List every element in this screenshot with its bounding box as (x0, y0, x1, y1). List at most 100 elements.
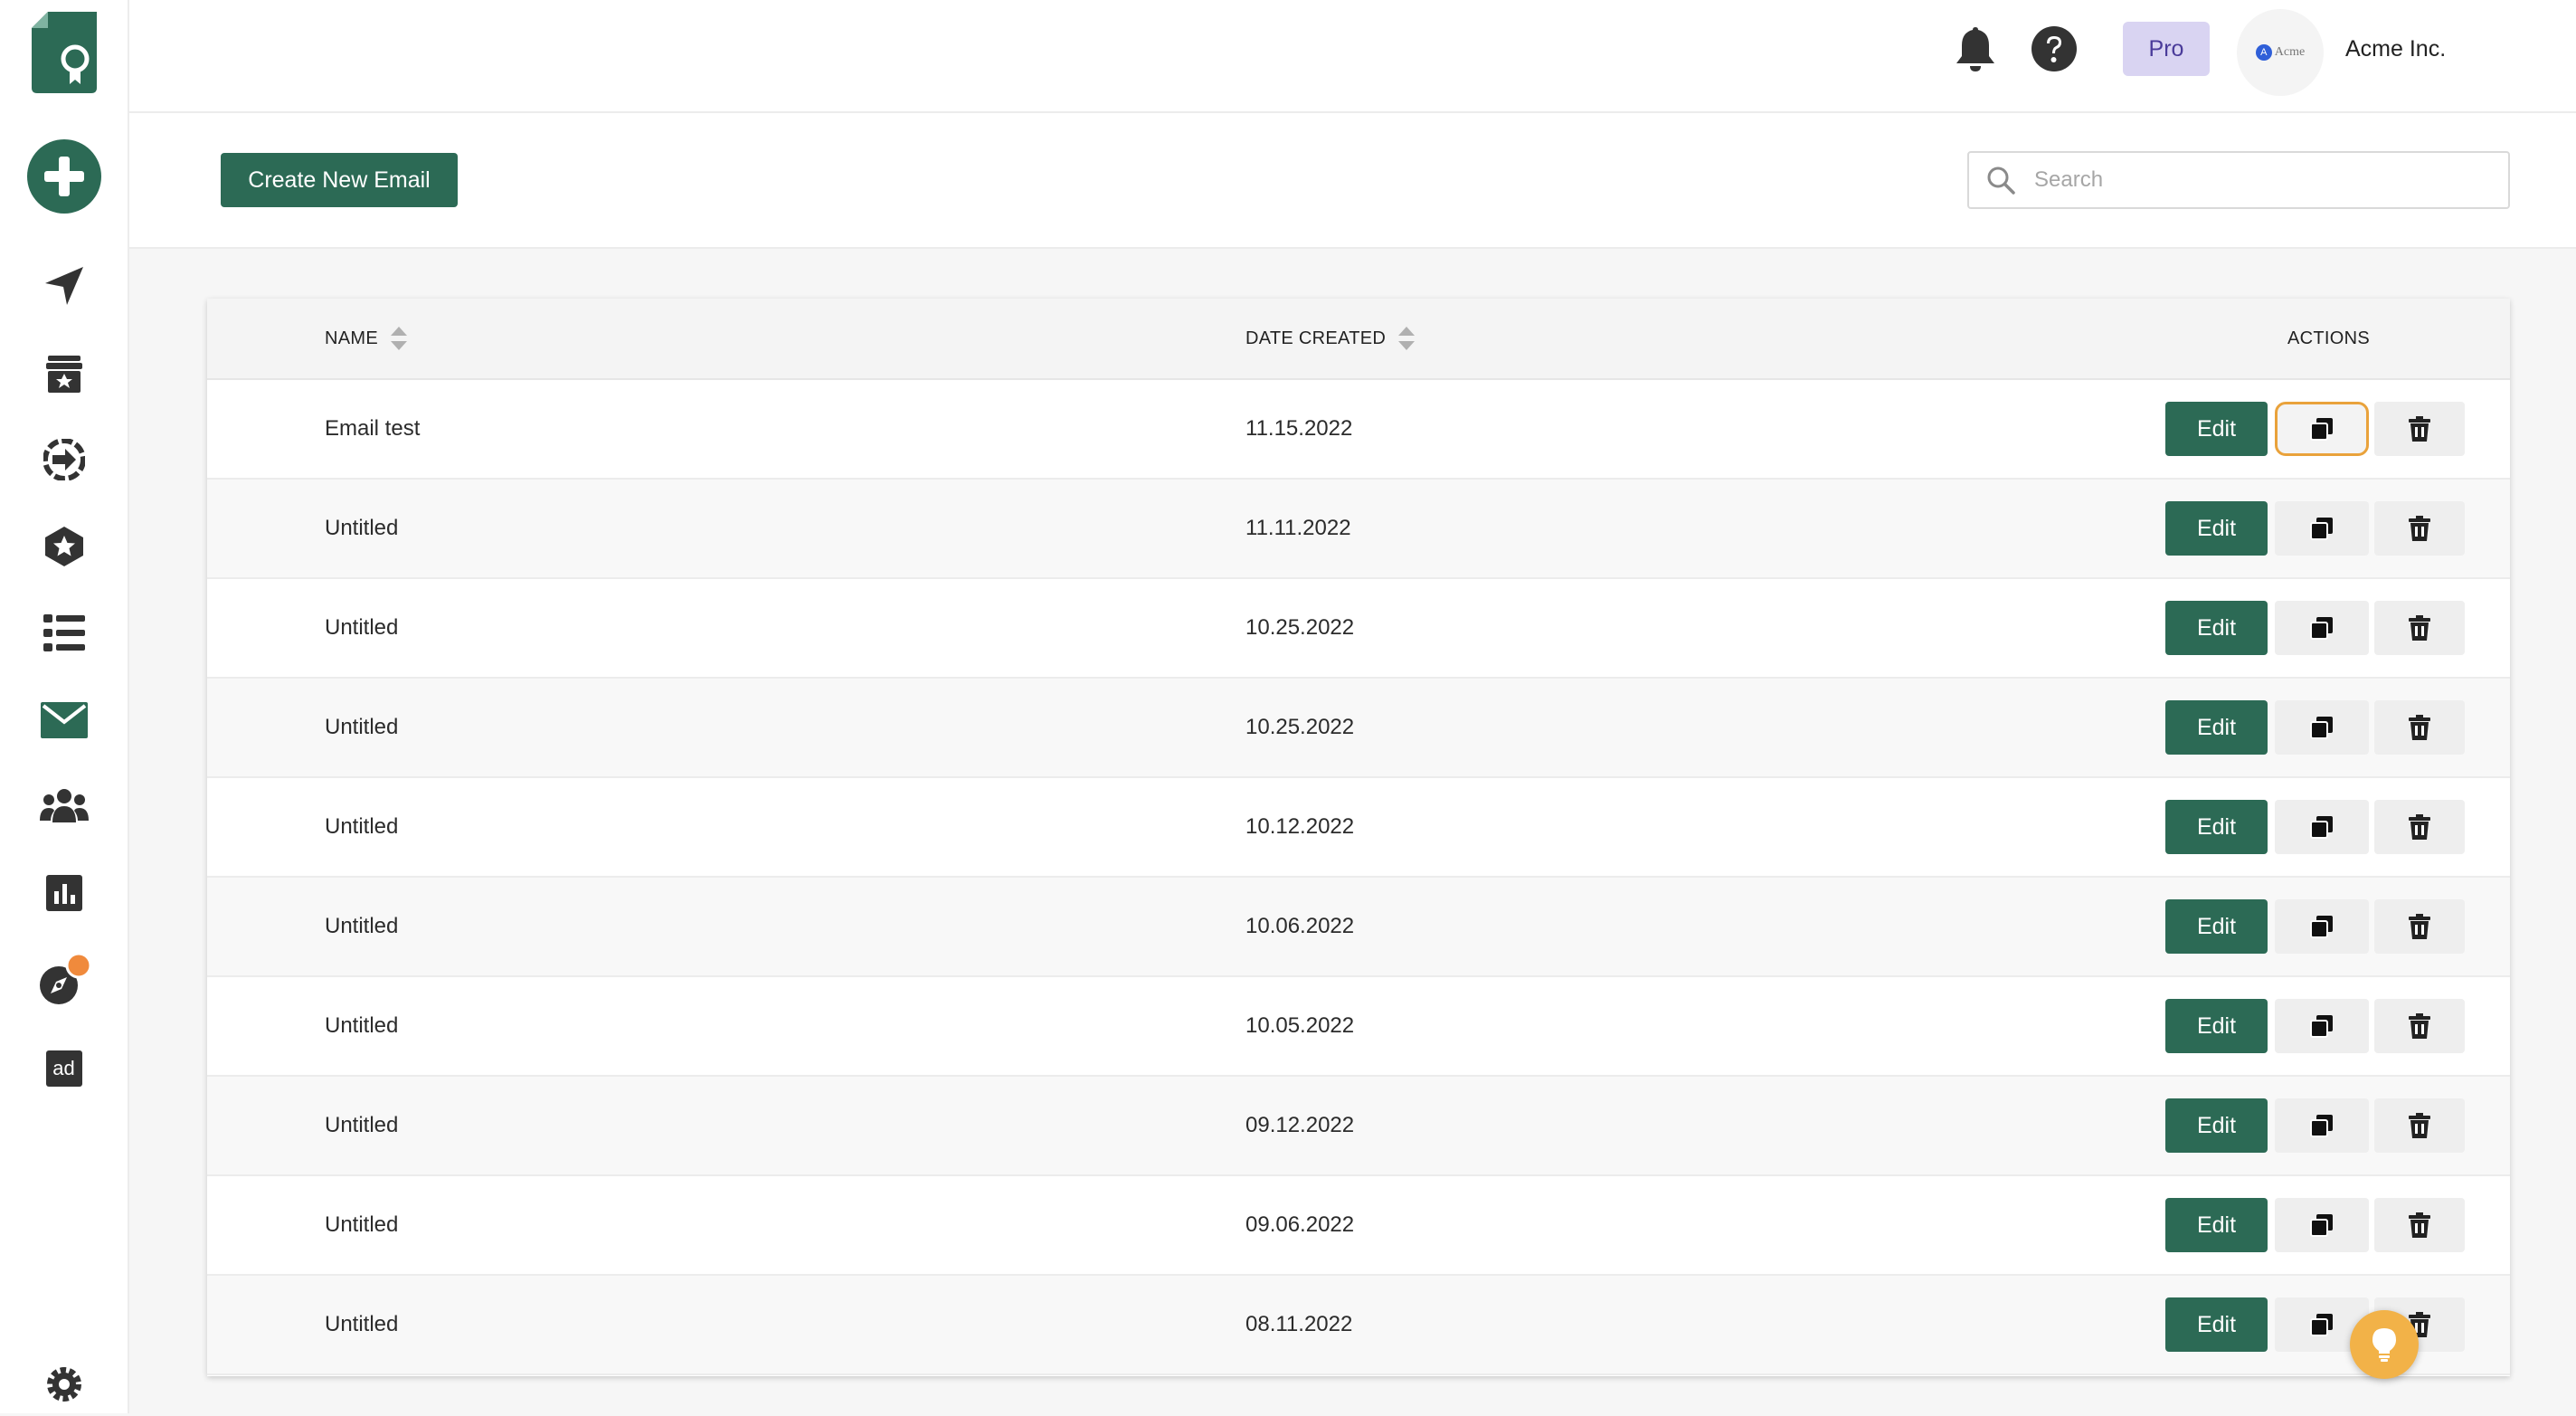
create-new-email-button[interactable]: Create New Email (221, 153, 458, 207)
emails-table: NAME DATE CREATED ACTIONS Email test 11.1… (207, 299, 2510, 1376)
duplicate-button[interactable] (2275, 899, 2369, 954)
edit-button[interactable]: Edit (2165, 1198, 2268, 1252)
edit-button[interactable]: Edit (2165, 899, 2268, 954)
email-name: Untitled (325, 1013, 399, 1038)
date-created: 08.11.2022 (1245, 1312, 1353, 1336)
sidebar-item-reports[interactable] (0, 861, 128, 925)
trash-icon (2409, 416, 2430, 442)
gear-icon (46, 1367, 81, 1402)
sidebar-item-badges[interactable] (0, 515, 128, 578)
search-icon (1969, 166, 2032, 195)
delete-button[interactable] (2374, 1098, 2465, 1153)
users-icon (39, 789, 89, 822)
duplicate-button[interactable] (2275, 800, 2369, 854)
search-input[interactable] (2032, 152, 2508, 208)
app-logo[interactable] (0, 7, 128, 98)
sidebar-item-ads[interactable]: ad (0, 1037, 128, 1100)
trash-icon (2409, 715, 2430, 740)
duplicate-button[interactable] (2275, 1098, 2369, 1153)
date-created: 11.15.2022 (1245, 416, 1353, 441)
edit-button[interactable]: Edit (2165, 999, 2268, 1053)
sidebar-item-lists[interactable] (0, 602, 128, 665)
edit-button[interactable]: Edit (2165, 700, 2268, 755)
column-header-actions: ACTIONS (2287, 299, 2370, 378)
copy-icon (2310, 616, 2334, 640)
send-icon (44, 267, 83, 305)
copy-icon (2310, 915, 2334, 938)
delete-button[interactable] (2374, 999, 2465, 1053)
trash-icon (2409, 1212, 2430, 1238)
envelope-icon (40, 702, 88, 738)
sort-date-icon[interactable] (1398, 327, 1416, 350)
trash-icon (2409, 914, 2430, 939)
list-icon (43, 614, 85, 651)
duplicate-button[interactable] (2275, 1198, 2369, 1252)
date-created: 10.25.2022 (1245, 615, 1355, 640)
top-bar: Pro A Acme Acme Inc. (129, 0, 2576, 113)
delete-button[interactable] (2374, 402, 2465, 456)
date-created: 10.06.2022 (1245, 914, 1355, 938)
sidebar-item-emails[interactable] (0, 689, 128, 752)
edit-button[interactable]: Edit (2165, 800, 2268, 854)
table-row: Untitled 10.06.2022 Edit (207, 878, 2510, 977)
column-name-label: NAME (325, 328, 378, 348)
duplicate-button[interactable] (2275, 501, 2369, 556)
date-created: 09.06.2022 (1245, 1212, 1355, 1237)
plan-badge[interactable]: Pro (2123, 22, 2210, 76)
edit-button[interactable]: Edit (2165, 501, 2268, 556)
help-tips-button[interactable] (2350, 1310, 2419, 1379)
edit-button[interactable]: Edit (2165, 1297, 2268, 1352)
compass-icon (39, 953, 91, 1004)
copy-icon (2310, 417, 2334, 441)
table-row: Email test 11.15.2022 Edit (207, 380, 2510, 480)
sidebar-item-contacts[interactable] (0, 775, 128, 838)
delete-button[interactable] (2374, 899, 2465, 954)
column-header-date[interactable]: DATE CREATED (1245, 299, 1416, 378)
date-created: 10.12.2022 (1245, 814, 1355, 839)
delete-button[interactable] (2374, 501, 2465, 556)
duplicate-button[interactable] (2275, 601, 2369, 655)
plus-circle-icon (26, 139, 101, 214)
delete-button[interactable] (2374, 800, 2465, 854)
toolbar: Create New Email (129, 113, 2576, 249)
email-name: Untitled (325, 615, 399, 640)
edit-button[interactable]: Edit (2165, 402, 2268, 456)
copy-icon (2310, 1313, 2334, 1336)
lightbulb-icon (2372, 1328, 2396, 1362)
sidebar-item-rewards[interactable] (0, 342, 128, 405)
bar-chart-icon (45, 875, 82, 911)
copy-icon (2310, 716, 2334, 739)
email-name: Untitled (325, 715, 399, 739)
email-name: Untitled (325, 914, 399, 938)
sidebar-item-explore[interactable] (0, 948, 128, 1012)
delete-button[interactable] (2374, 601, 2465, 655)
notifications-button[interactable] (1952, 25, 1999, 72)
sidebar-item-create[interactable] (0, 139, 128, 214)
sidebar-item-campaigns[interactable] (0, 254, 128, 318)
edit-button[interactable]: Edit (2165, 1098, 2268, 1153)
search-box (1967, 151, 2510, 209)
delete-button[interactable] (2374, 1198, 2465, 1252)
sort-name-icon[interactable] (390, 327, 407, 350)
duplicate-button[interactable] (2275, 402, 2369, 456)
duplicate-button[interactable] (2275, 700, 2369, 755)
org-logo[interactable]: A Acme (2237, 9, 2324, 96)
sidebar-item-integrations[interactable] (0, 428, 128, 491)
sidebar: ad (0, 0, 129, 1413)
duplicate-button[interactable] (2275, 999, 2369, 1053)
column-header-name[interactable]: NAME (325, 299, 407, 378)
sidebar-item-settings[interactable] (0, 1353, 128, 1416)
date-created: 10.25.2022 (1245, 715, 1355, 739)
email-name: Untitled (325, 516, 399, 540)
delete-button[interactable] (2374, 700, 2465, 755)
column-actions-label: ACTIONS (2287, 328, 2370, 348)
edit-button[interactable]: Edit (2165, 601, 2268, 655)
table-row: Untitled 10.12.2022 Edit (207, 778, 2510, 878)
help-button[interactable] (2031, 25, 2078, 72)
email-name: Untitled (325, 814, 399, 839)
email-name: Untitled (325, 1212, 399, 1237)
copy-icon (2310, 517, 2334, 540)
org-name[interactable]: Acme Inc. (2345, 36, 2446, 62)
table-row: Untitled 11.11.2022 Edit (207, 480, 2510, 579)
sign-in-icon (43, 439, 85, 480)
